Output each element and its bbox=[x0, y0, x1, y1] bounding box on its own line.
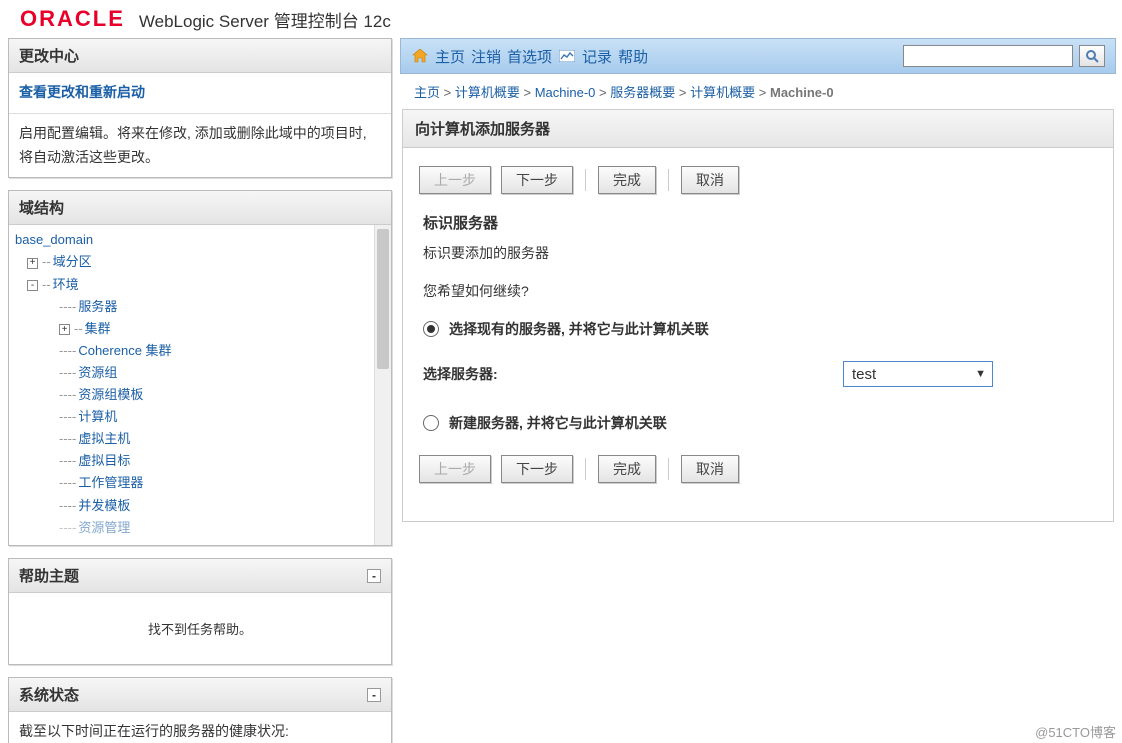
section-prompt: 您希望如何继续? bbox=[423, 281, 1097, 301]
bc-current: Machine-0 bbox=[770, 85, 834, 100]
back-button[interactable]: 上一步 bbox=[419, 455, 491, 483]
change-center-header: 更改中心 bbox=[9, 39, 391, 73]
bc-machine-summary-1[interactable]: 计算机概要 bbox=[455, 85, 520, 100]
top-nav-bar: 主页 注销 首选项 记录 帮助 bbox=[400, 38, 1116, 74]
select-server-label: 选择服务器: bbox=[423, 364, 843, 384]
tree-item-resource-mgmt[interactable]: ----资源管理 bbox=[15, 517, 385, 539]
bc-server-summary[interactable]: 服务器概要 bbox=[610, 85, 675, 100]
bc-home[interactable]: 主页 bbox=[414, 85, 440, 100]
tree-root[interactable]: base_domain bbox=[15, 229, 385, 251]
home-icon bbox=[411, 48, 429, 64]
next-button[interactable]: 下一步 bbox=[501, 455, 573, 483]
radio-new-server[interactable] bbox=[423, 415, 439, 431]
tree-item-resource-group[interactable]: ----资源组 bbox=[15, 362, 385, 384]
tree-item-environment[interactable]: ---环境 bbox=[15, 274, 385, 296]
help-topics-title: 帮助主题 bbox=[19, 565, 79, 586]
bc-machine-summary-2[interactable]: 计算机概要 bbox=[690, 85, 755, 100]
tree-scrollbar[interactable] bbox=[374, 225, 391, 545]
radio-existing-server[interactable] bbox=[423, 321, 439, 337]
expand-icon[interactable]: + bbox=[27, 258, 38, 269]
back-button[interactable]: 上一步 bbox=[419, 166, 491, 194]
section-heading: 标识服务器 bbox=[423, 212, 1097, 233]
change-center-panel: 更改中心 查看更改和重新启动 启用配置编辑。将来在修改, 添加或删除此域中的项目… bbox=[8, 38, 392, 178]
help-topics-panel: 帮助主题 - 找不到任务帮助。 bbox=[8, 558, 392, 665]
search-icon bbox=[1085, 49, 1099, 63]
content-title: 向计算机添加服务器 bbox=[403, 110, 1113, 148]
next-button[interactable]: 下一步 bbox=[501, 166, 573, 194]
nav-help[interactable]: 帮助 bbox=[618, 46, 648, 67]
tree-item-coherence[interactable]: ----Coherence 集群 bbox=[15, 340, 385, 362]
radio-new-label: 新建服务器, 并将它与此计算机关联 bbox=[449, 413, 667, 433]
change-center-desc: 启用配置编辑。将来在修改, 添加或删除此域中的项目时, 将自动激活这些更改。 bbox=[19, 125, 367, 165]
record-icon bbox=[558, 48, 576, 64]
domain-tree: base_domain +--域分区 ---环境 ----服务器 +--集群 -… bbox=[9, 225, 391, 542]
breadcrumb: 主页 > 计算机概要 > Machine-0 > 服务器概要 > 计算机概要 >… bbox=[400, 74, 1116, 109]
content-panel: 向计算机添加服务器 上一步 下一步 完成 取消 标识服务器 标识要添加的服务器 … bbox=[402, 109, 1114, 522]
help-topics-empty: 找不到任务帮助。 bbox=[9, 593, 391, 664]
system-status-panel: 系统状态 - 截至以下时间正在运行的服务器的健康状况: bbox=[8, 677, 392, 743]
tree-item-resource-template[interactable]: ----资源组模板 bbox=[15, 384, 385, 406]
search-button[interactable] bbox=[1079, 45, 1105, 67]
minimize-icon[interactable]: - bbox=[367, 569, 381, 583]
minimize-icon[interactable]: - bbox=[367, 688, 381, 702]
cancel-button[interactable]: 取消 bbox=[681, 166, 739, 194]
change-center-title: 更改中心 bbox=[19, 45, 79, 66]
wizard-buttons-bottom: 上一步 下一步 完成 取消 bbox=[419, 455, 1097, 483]
collapse-icon[interactable]: - bbox=[27, 280, 38, 291]
oracle-logo: ORACLE bbox=[20, 6, 125, 32]
watermark: @51CTO博客 bbox=[1035, 722, 1116, 741]
finish-button[interactable]: 完成 bbox=[598, 455, 656, 483]
view-changes-link[interactable]: 查看更改和重新启动 bbox=[19, 81, 381, 105]
chevron-down-icon: ▼ bbox=[975, 368, 986, 380]
app-header: ORACLE WebLogic Server 管理控制台 12c bbox=[0, 0, 1122, 38]
tree-item-virtual-targets[interactable]: ----虚拟目标 bbox=[15, 450, 385, 472]
button-separator bbox=[668, 169, 669, 191]
wizard-buttons-top: 上一步 下一步 完成 取消 bbox=[419, 166, 1097, 194]
finish-button[interactable]: 完成 bbox=[598, 166, 656, 194]
tree-item-work-managers[interactable]: ----工作管理器 bbox=[15, 472, 385, 494]
cancel-button[interactable]: 取消 bbox=[681, 455, 739, 483]
nav-home[interactable]: 主页 bbox=[435, 46, 465, 67]
tree-item-concurrency-template[interactable]: ----并发模板 bbox=[15, 495, 385, 517]
system-status-body: 截至以下时间正在运行的服务器的健康状况: bbox=[9, 712, 391, 743]
button-separator bbox=[668, 458, 669, 480]
tree-item-clusters[interactable]: +--集群 bbox=[15, 318, 385, 340]
tree-scrollbar-thumb[interactable] bbox=[377, 229, 389, 369]
nav-logout[interactable]: 注销 bbox=[471, 46, 501, 67]
bc-machine-0[interactable]: Machine-0 bbox=[535, 85, 596, 100]
domain-structure-title: 域结构 bbox=[19, 197, 64, 218]
domain-structure-panel: 域结构 base_domain +--域分区 ---环境 ----服务器 +--… bbox=[8, 190, 392, 546]
page-title: WebLogic Server 管理控制台 12c bbox=[139, 7, 391, 32]
tree-item-domain-partition[interactable]: +--域分区 bbox=[15, 251, 385, 273]
tree-item-machines[interactable]: ----计算机 bbox=[15, 406, 385, 428]
button-separator bbox=[585, 458, 586, 480]
tree-item-servers[interactable]: ----服务器 bbox=[15, 296, 385, 318]
radio-existing-label: 选择现有的服务器, 并将它与此计算机关联 bbox=[449, 319, 709, 339]
button-separator bbox=[585, 169, 586, 191]
expand-icon[interactable]: + bbox=[59, 324, 70, 335]
domain-structure-header: 域结构 bbox=[9, 191, 391, 225]
section-desc: 标识要添加的服务器 bbox=[423, 243, 1097, 263]
tree-item-virtual-hosts[interactable]: ----虚拟主机 bbox=[15, 428, 385, 450]
select-server-value: test bbox=[852, 366, 876, 383]
nav-preferences[interactable]: 首选项 bbox=[507, 46, 552, 67]
select-server-dropdown[interactable]: test ▼ bbox=[843, 361, 993, 387]
search-input[interactable] bbox=[903, 45, 1073, 67]
nav-record[interactable]: 记录 bbox=[582, 46, 612, 67]
system-status-title: 系统状态 bbox=[19, 684, 79, 705]
